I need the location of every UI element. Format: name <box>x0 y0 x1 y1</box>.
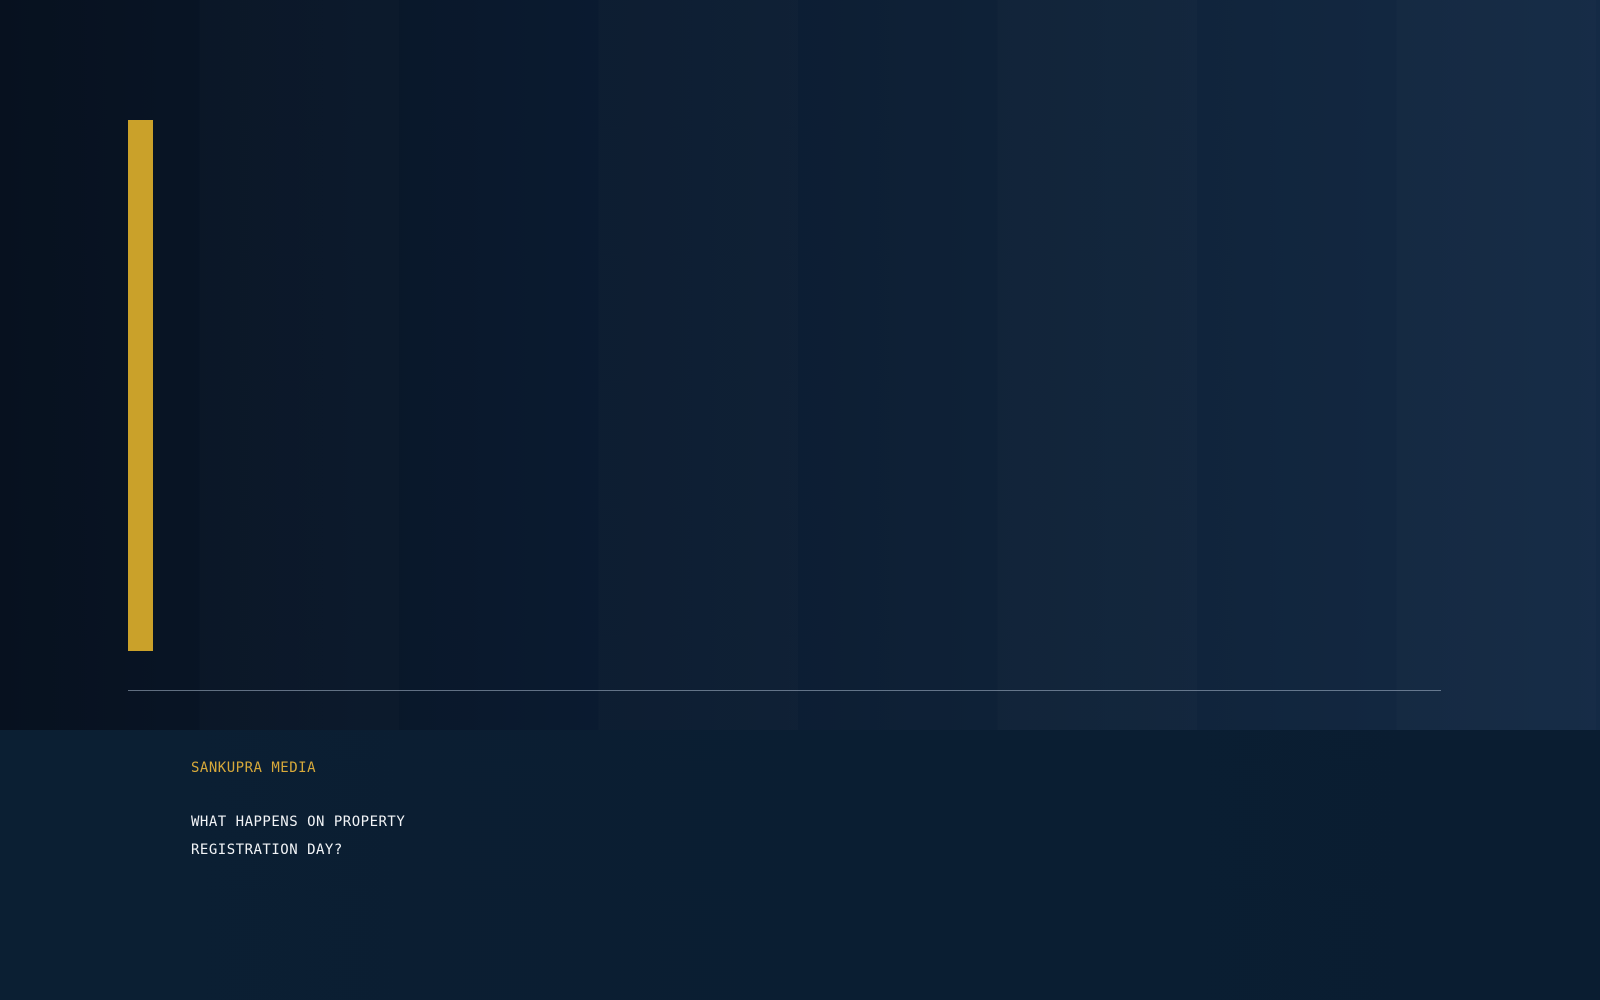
hero-background <box>0 0 1600 730</box>
headline-line-1: WHAT HAPPENS ON PROPERTY <box>191 814 406 830</box>
page: SANKUPRA MEDIA WHAT HAPPENS ON PROPERTY … <box>0 0 1600 1000</box>
accent-bar <box>128 120 153 651</box>
brand-label: SANKUPRA MEDIA <box>191 760 317 776</box>
headline: WHAT HAPPENS ON PROPERTY REGISTRATION DA… <box>191 808 551 864</box>
headline-line-2: REGISTRATION DAY? <box>191 842 343 858</box>
horizontal-divider <box>128 690 1441 691</box>
